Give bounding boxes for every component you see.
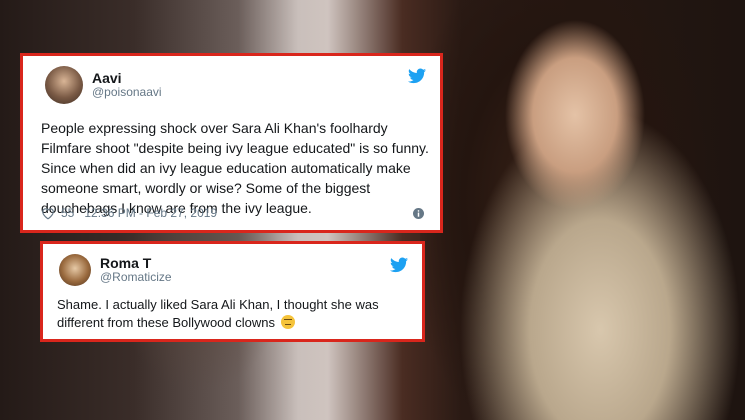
- tweet-text: People expressing shock over Sara Ali Kh…: [41, 120, 429, 216]
- tweet-card-aavi[interactable]: Aavi @poisonaavi People expressing shock…: [20, 53, 443, 233]
- tweet-text-content: Shame. I actually liked Sara Ali Khan, I…: [57, 297, 379, 330]
- twitter-bird-icon[interactable]: [408, 68, 426, 84]
- tweet-timestamp[interactable]: 12:36 PM - Feb 27, 2019: [84, 206, 217, 220]
- tweet-header: Aavi @poisonaavi: [45, 66, 162, 104]
- tweet-footer: 55 12:36 PM - Feb 27, 2019: [41, 206, 217, 220]
- heart-icon[interactable]: [41, 207, 55, 220]
- author-name[interactable]: Aavi: [92, 70, 162, 86]
- like-count: 55: [61, 206, 75, 220]
- info-icon[interactable]: [413, 208, 424, 219]
- author-name[interactable]: Roma T: [100, 255, 172, 271]
- avatar[interactable]: [59, 254, 91, 286]
- avatar[interactable]: [45, 66, 83, 104]
- portrait-photo: [420, 0, 745, 420]
- twitter-bird-icon[interactable]: [390, 257, 408, 273]
- tweet-card-roma[interactable]: Roma T @Romaticize Shame. I actually lik…: [40, 241, 425, 342]
- author-handle[interactable]: @poisonaavi: [92, 85, 162, 100]
- expressionless-face-emoji: [280, 315, 295, 329]
- tweet-text: Shame. I actually liked Sara Ali Khan, I…: [57, 296, 417, 332]
- tweet-header: Roma T @Romaticize: [59, 254, 172, 286]
- author-handle[interactable]: @Romaticize: [100, 270, 172, 285]
